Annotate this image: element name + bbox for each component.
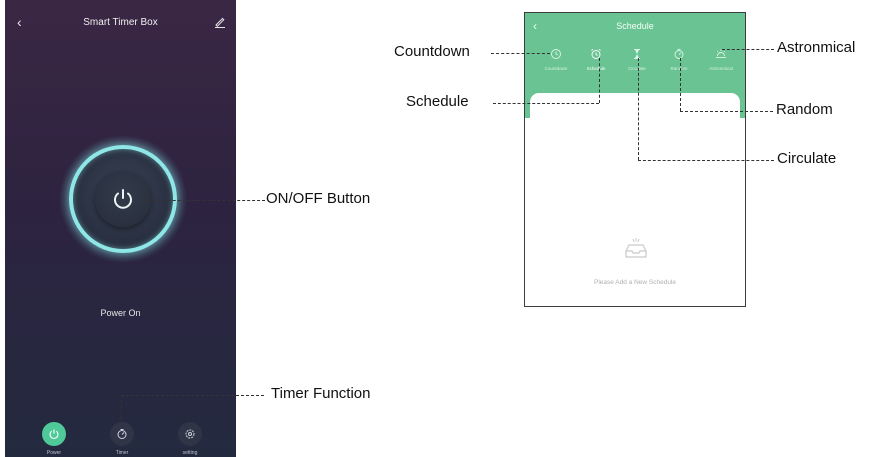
countdown-leader-line	[491, 53, 550, 54]
tab-random[interactable]: Random	[658, 48, 700, 71]
callout-on-off-button: ON/OFF Button	[266, 190, 371, 207]
tab-setting[interactable]: setting	[160, 422, 220, 456]
callout-countdown: Countdown	[394, 43, 470, 60]
edit-icon[interactable]	[214, 16, 226, 28]
schedule-list-card	[530, 93, 740, 306]
tab-circulate[interactable]: Circulate	[616, 48, 658, 71]
schedule-leader-line	[493, 103, 599, 104]
tab-label: Circulate	[628, 66, 646, 71]
tab-label: Schedule	[586, 66, 606, 71]
tab-label: Countdown	[544, 66, 568, 71]
power-icon	[42, 422, 66, 446]
on-off-leader-line	[143, 200, 265, 201]
callout-astronomical: Astronmical	[777, 39, 856, 56]
tab-power[interactable]: Power	[24, 422, 84, 456]
callout-circulate: Circulate	[777, 150, 837, 167]
tab-schedule[interactable]: Schedule	[575, 48, 617, 71]
power-status: Power On	[100, 308, 141, 318]
random-leader-line-vertical	[680, 58, 681, 111]
tab-label: setting	[182, 450, 198, 456]
smart-timer-box-screen: ‹ Smart Timer Box Power On Power Timer s…	[5, 0, 236, 457]
schedule-leader-line-vertical	[599, 58, 600, 103]
empty-inbox-icon	[625, 238, 647, 258]
timer-icon	[110, 422, 134, 446]
callout-random: Random	[776, 101, 833, 118]
gear-icon	[178, 422, 202, 446]
tab-astronomical[interactable]: Astronmical	[700, 48, 742, 71]
schedule-title: Schedule	[616, 21, 654, 31]
alarm-clock-icon	[591, 48, 601, 59]
screen-title: Smart Timer Box	[83, 17, 158, 28]
power-icon	[114, 189, 132, 209]
tab-label: Power	[46, 450, 62, 456]
callout-schedule: Schedule	[406, 93, 469, 110]
callout-timer-function: Timer Function	[271, 385, 371, 402]
tab-countdown[interactable]: Countdown	[535, 48, 577, 71]
clock-icon	[551, 49, 561, 59]
circulate-leader-line	[638, 160, 774, 161]
timer-leader-line-vertical	[121, 395, 122, 425]
circulate-leader-line-vertical	[638, 58, 639, 160]
astronomical-leader-line	[722, 49, 774, 50]
empty-state-message: Please Add a New Schedule	[593, 279, 677, 286]
tab-label: Astronmical	[709, 66, 733, 71]
tab-timer[interactable]: Timer	[92, 422, 152, 456]
timer-icon	[674, 48, 684, 59]
hourglass-icon	[634, 49, 640, 59]
power-button[interactable]	[95, 171, 151, 227]
random-leader-line	[680, 111, 773, 112]
timer-leader-line	[121, 395, 264, 396]
tab-label: Timer	[115, 450, 129, 456]
tab-label: Random	[670, 66, 688, 71]
